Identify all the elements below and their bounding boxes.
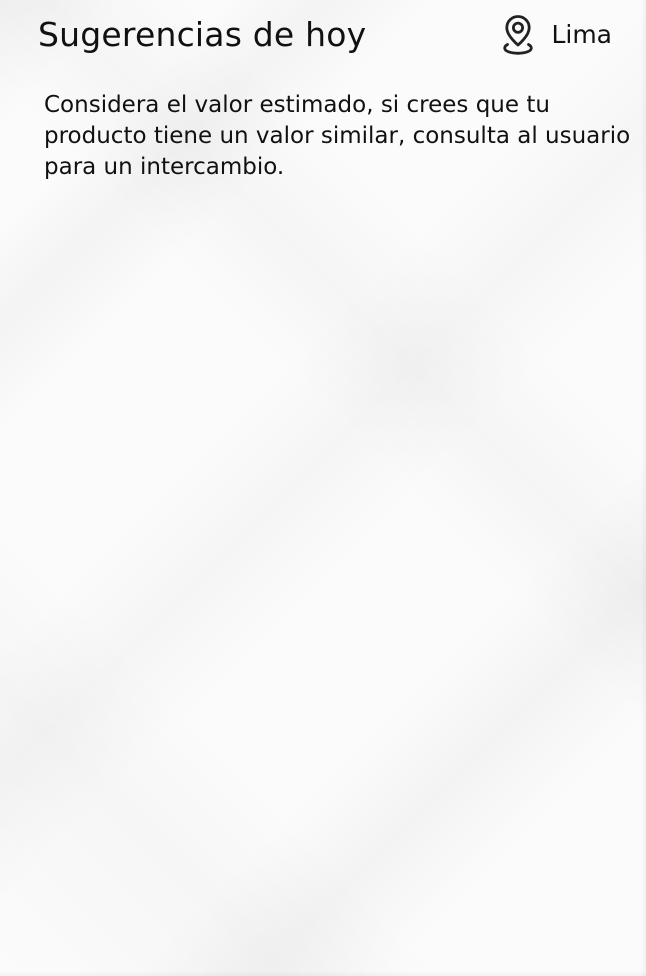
location-pin-icon	[503, 15, 534, 55]
right-edge-shadow	[640, 0, 646, 976]
page-header: Sugerencias de hoy Lima	[38, 10, 612, 58]
location-selector[interactable]: Lima	[503, 13, 612, 55]
suggestions-description: Considera el valor estimado, si crees qu…	[44, 92, 631, 180]
page-title: Sugerencias de hoy	[38, 14, 367, 54]
bottom-edge-shadow	[0, 971, 646, 976]
location-label: Lima	[551, 19, 612, 49]
